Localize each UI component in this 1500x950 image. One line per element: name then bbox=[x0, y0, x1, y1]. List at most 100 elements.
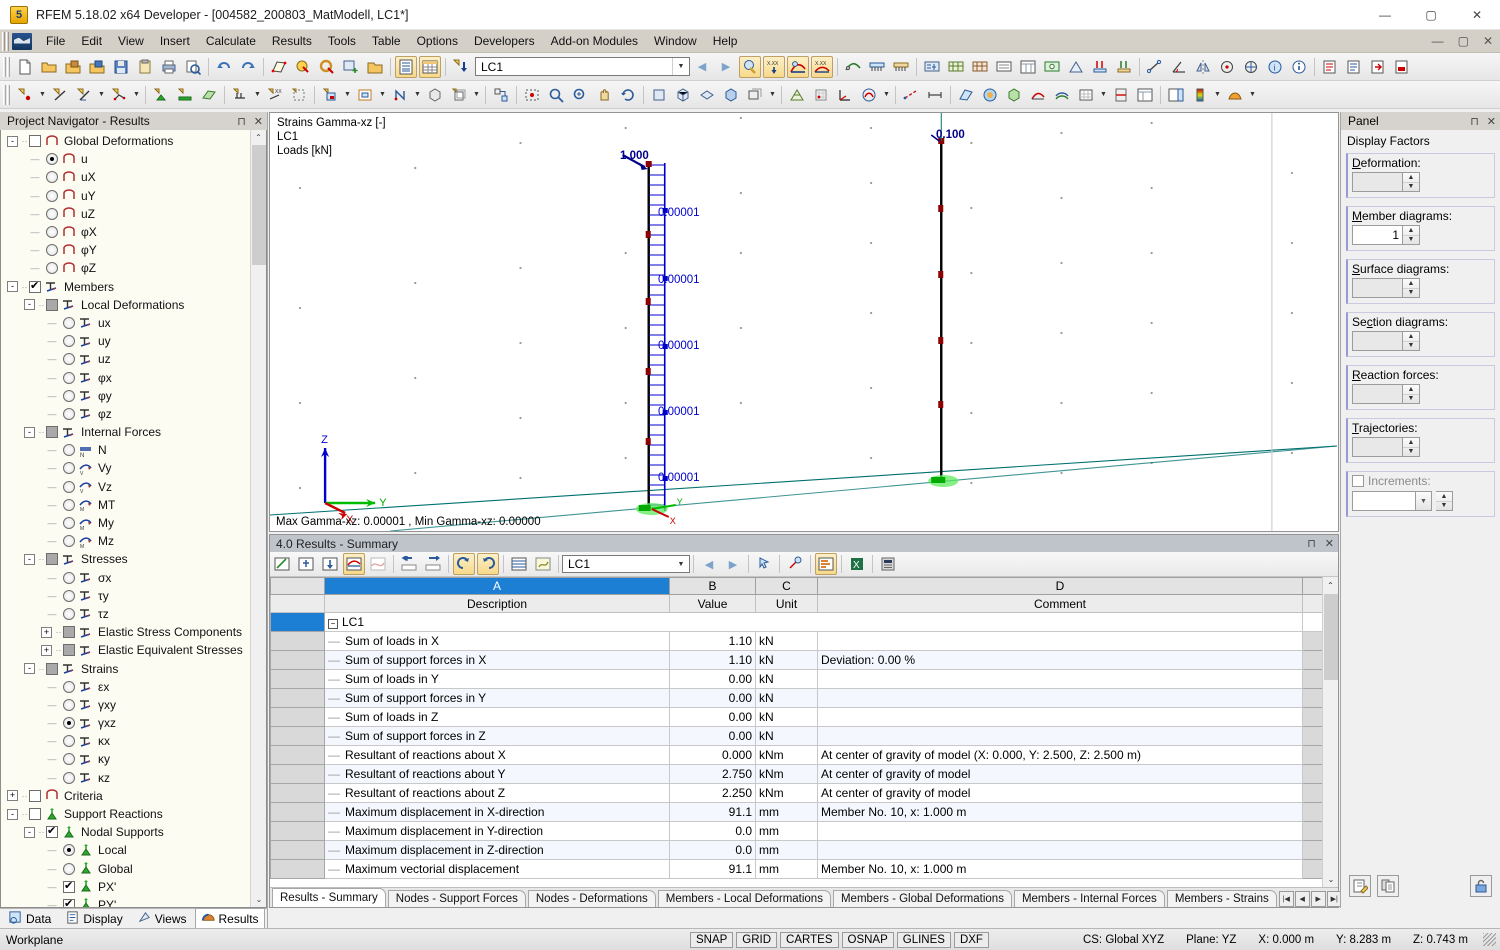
corner-header[interactable] bbox=[271, 578, 325, 595]
cell-value[interactable]: 0.00 bbox=[670, 670, 756, 689]
spin-down-icon[interactable]: ▼ bbox=[1403, 288, 1419, 298]
tree-item-uy[interactable]: —uy bbox=[3, 332, 266, 350]
tree-radio-off[interactable] bbox=[46, 171, 58, 183]
chevron-down-icon[interactable]: ▼ bbox=[672, 58, 689, 75]
results-table-icon[interactable] bbox=[1017, 56, 1039, 78]
tree-item-supportreactions[interactable]: -··Support Reactions bbox=[3, 805, 266, 823]
results-grid[interactable]: A B C D Description Value bbox=[270, 577, 1322, 887]
cell-value[interactable]: 2.250 bbox=[670, 784, 756, 803]
increments-checkbox[interactable] bbox=[1352, 475, 1364, 487]
panel-toggle-icon[interactable] bbox=[1165, 84, 1187, 106]
table-tab-members-global-deformations[interactable]: Members - Global Deformations bbox=[833, 890, 1012, 907]
cell-comment[interactable]: Member No. 10, x: 1.000 m bbox=[818, 860, 1303, 879]
select-special-icon[interactable] bbox=[340, 56, 362, 78]
section-diagrams-arrows[interactable]: ▲▼ bbox=[1403, 331, 1420, 351]
tree-item-y[interactable]: —κy bbox=[3, 750, 266, 768]
maximize-button[interactable]: ▢ bbox=[1408, 0, 1454, 30]
cell-value[interactable]: 0.0 bbox=[670, 822, 756, 841]
cell-unit[interactable]: kN bbox=[756, 689, 818, 708]
tree-item-uz[interactable]: —uZ bbox=[3, 205, 266, 223]
cell-value[interactable]: 0.00 bbox=[670, 727, 756, 746]
table-row[interactable]: —Sum of loads in Y0.00kN bbox=[271, 670, 1335, 689]
spin-up-icon[interactable]: ▲ bbox=[1403, 279, 1419, 288]
menu-options[interactable]: Options bbox=[409, 31, 466, 51]
dimension-icon[interactable] bbox=[924, 84, 946, 106]
tree-radio-off[interactable] bbox=[63, 353, 75, 365]
tree-expander-icon[interactable]: - bbox=[7, 136, 18, 147]
coord-system-icon[interactable] bbox=[834, 84, 856, 106]
row-header[interactable] bbox=[271, 746, 325, 765]
tree-radio-off[interactable] bbox=[63, 372, 75, 384]
table-row[interactable]: —Resultant of reactions about Y2.750kNmA… bbox=[271, 765, 1335, 784]
view-render-icon[interactable] bbox=[720, 84, 742, 106]
tree-item-vz[interactable]: —VVz bbox=[3, 478, 266, 496]
table-insert-below-icon[interactable] bbox=[319, 553, 341, 575]
menu-file[interactable]: File bbox=[38, 31, 73, 51]
display-options-icon[interactable] bbox=[993, 56, 1015, 78]
insert-opening-icon[interactable] bbox=[354, 84, 376, 106]
cell-comment[interactable]: Member No. 10, x: 1.000 m bbox=[818, 803, 1303, 822]
row-header[interactable] bbox=[271, 651, 325, 670]
insert-copy-dropdown[interactable]: ▼ bbox=[471, 84, 482, 106]
open-folder-icon[interactable] bbox=[364, 56, 386, 78]
tree-expander-icon[interactable]: + bbox=[41, 645, 52, 656]
status-tag-grid[interactable]: GRID bbox=[736, 932, 777, 948]
cell-unit[interactable]: kNm bbox=[756, 784, 818, 803]
calculator-icon[interactable] bbox=[877, 553, 899, 575]
cell-value[interactable]: 91.1 bbox=[670, 803, 756, 822]
surface-diagrams-arrows[interactable]: ▲▼ bbox=[1403, 278, 1420, 298]
table-row[interactable]: —Maximum displacement in Z-direction0.0m… bbox=[271, 841, 1335, 860]
increments-spinner[interactable]: ▲▼ bbox=[1436, 491, 1453, 511]
tree-item-x[interactable]: —εx bbox=[3, 678, 266, 696]
cell-description[interactable]: —Maximum displacement in X-direction bbox=[325, 803, 670, 822]
table-row[interactable]: —Sum of loads in Z0.00kN bbox=[271, 708, 1335, 727]
tree-radio-off[interactable] bbox=[46, 190, 58, 202]
select-circle-icon[interactable] bbox=[316, 56, 338, 78]
cell-unit[interactable]: kNm bbox=[756, 746, 818, 765]
insert-member-dropdown[interactable]: ▼ bbox=[96, 84, 107, 106]
tree-item-local[interactable]: —Local bbox=[3, 841, 266, 859]
table-row[interactable]: —Resultant of reactions about X0.000kNmA… bbox=[271, 746, 1335, 765]
tree-item-x[interactable]: —κx bbox=[3, 732, 266, 750]
table-scroll-left-icon[interactable] bbox=[398, 553, 420, 575]
cell-value[interactable]: 0.00 bbox=[670, 689, 756, 708]
render-result-icon[interactable] bbox=[858, 84, 880, 106]
cell-comment[interactable] bbox=[818, 841, 1303, 860]
mdi-restore-button[interactable]: ▢ bbox=[1455, 34, 1472, 48]
load-case-new-icon[interactable] bbox=[450, 56, 472, 78]
print-report-icon[interactable] bbox=[1319, 56, 1341, 78]
support-forces-icon[interactable] bbox=[890, 56, 912, 78]
insert-support-icon[interactable] bbox=[150, 84, 172, 106]
column-header-b[interactable]: B bbox=[670, 578, 756, 595]
tree-checkbox-gray[interactable] bbox=[63, 626, 75, 638]
table-undo-icon[interactable] bbox=[453, 553, 475, 575]
cell-comment[interactable] bbox=[818, 632, 1303, 651]
tree-item-y[interactable]: —φY bbox=[3, 241, 266, 259]
table-edit-icon[interactable] bbox=[271, 553, 293, 575]
menu-results[interactable]: Results bbox=[264, 31, 320, 51]
tree-radio-off[interactable] bbox=[63, 753, 75, 765]
tree-radio-off[interactable] bbox=[63, 390, 75, 402]
table-grid-icon[interactable] bbox=[419, 56, 441, 78]
tree-item-globaldeformations[interactable]: -··Global Deformations bbox=[3, 132, 266, 150]
tree-item-vy[interactable]: —VVy bbox=[3, 459, 266, 477]
spin-up-icon[interactable]: ▲ bbox=[1436, 492, 1452, 501]
spin-down-icon[interactable]: ▼ bbox=[1403, 447, 1419, 457]
new-icon[interactable] bbox=[14, 56, 36, 78]
spin-up-icon[interactable]: ▲ bbox=[1403, 385, 1419, 394]
table-row[interactable]: —Sum of loads in X1.10kN bbox=[271, 632, 1335, 651]
tree-checkbox-gray[interactable] bbox=[46, 299, 58, 311]
scroll-down-icon[interactable]: ⌄ bbox=[251, 892, 267, 907]
menu-developers[interactable]: Developers bbox=[466, 31, 543, 51]
tree-checkbox-checked[interactable] bbox=[29, 281, 41, 293]
snap-point-icon[interactable] bbox=[1216, 56, 1238, 78]
cell-unit[interactable]: kNm bbox=[756, 765, 818, 784]
tree-checkbox-gray[interactable] bbox=[46, 553, 58, 565]
calculate-fe-icon[interactable] bbox=[945, 56, 967, 78]
tree-radio-off[interactable] bbox=[46, 208, 58, 220]
minimize-button[interactable]: — bbox=[1362, 0, 1408, 30]
result-solid-icon[interactable] bbox=[1003, 84, 1025, 106]
tree-item-nodalsupports[interactable]: -··Nodal Supports bbox=[3, 823, 266, 841]
row-header[interactable] bbox=[271, 727, 325, 746]
cell-description[interactable]: —Maximum displacement in Z-direction bbox=[325, 841, 670, 860]
